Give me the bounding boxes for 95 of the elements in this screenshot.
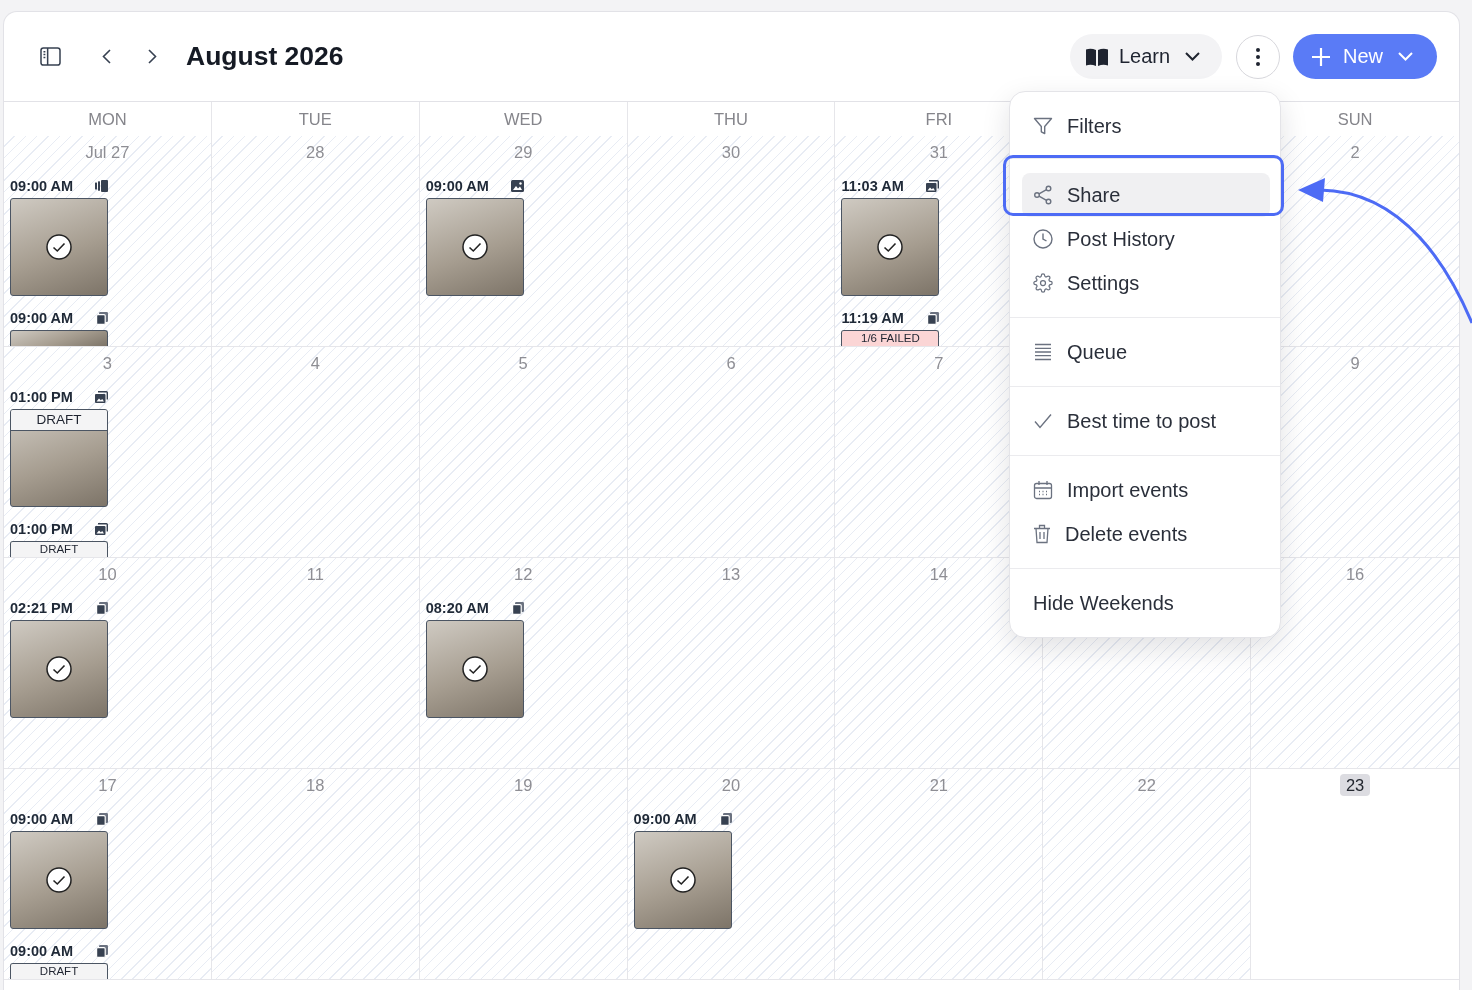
copy-icon bbox=[719, 812, 732, 826]
images-icon bbox=[926, 180, 940, 192]
date-number: 9 bbox=[1349, 353, 1361, 374]
post-time: 01:00 PM bbox=[10, 521, 73, 537]
calendar-icon bbox=[1033, 480, 1053, 500]
date-number: 2 bbox=[1349, 142, 1361, 163]
post-time: 09:00 AM bbox=[633, 811, 697, 827]
date-number: 4 bbox=[309, 353, 321, 374]
post-time: 11:03 AM bbox=[841, 178, 904, 194]
image-icon bbox=[510, 180, 524, 192]
new-button[interactable]: New bbox=[1293, 34, 1437, 79]
book-icon bbox=[1086, 47, 1108, 66]
filter-icon bbox=[1033, 116, 1053, 136]
date-number: 23 bbox=[1339, 774, 1371, 796]
copy-icon bbox=[96, 601, 108, 615]
menu-item[interactable]: Queue bbox=[1022, 330, 1270, 374]
copy-icon bbox=[96, 944, 108, 958]
date-number: 20 bbox=[720, 775, 742, 796]
date-number: 19 bbox=[512, 775, 534, 796]
chevron-down-icon bbox=[1185, 52, 1201, 61]
date-number: 10 bbox=[97, 564, 118, 585]
menu-item[interactable]: Delete events bbox=[1022, 512, 1270, 556]
kebab-menu-icon bbox=[1256, 47, 1260, 66]
date-number: 30 bbox=[720, 142, 742, 163]
post-time: 11:19 AM bbox=[841, 310, 904, 326]
post-thumbnail[interactable]: DRAFT bbox=[10, 409, 108, 507]
weekday-label: THU bbox=[714, 109, 748, 129]
weekday-label: WED bbox=[503, 109, 543, 129]
post-thumbnail[interactable] bbox=[633, 831, 732, 929]
menu-item[interactable]: Settings bbox=[1022, 261, 1270, 305]
clock-icon bbox=[1033, 229, 1053, 249]
date-number: 31 bbox=[928, 142, 950, 163]
post-time: 08:20 AM bbox=[425, 600, 489, 616]
post-time: 01:00 PM bbox=[10, 389, 73, 405]
date-number: 28 bbox=[305, 142, 326, 163]
images-icon bbox=[95, 391, 108, 403]
plus-icon bbox=[1312, 47, 1330, 66]
date-number: 13 bbox=[720, 564, 742, 585]
post-thumbnail[interactable]: DRAFT bbox=[10, 963, 108, 979]
post-time: 09:00 AM bbox=[10, 178, 74, 194]
copy-icon bbox=[96, 311, 108, 325]
date-number: 5 bbox=[517, 353, 529, 374]
share-icon bbox=[1033, 185, 1053, 205]
post-time: 09:00 AM bbox=[10, 943, 74, 959]
date-number: 7 bbox=[933, 353, 945, 374]
date-number: 14 bbox=[928, 564, 950, 585]
learn-button[interactable]: Learn bbox=[1070, 34, 1222, 79]
post-thumbnail[interactable] bbox=[10, 620, 108, 718]
post-thumbnail[interactable] bbox=[425, 620, 524, 718]
post-time: 09:00 AM bbox=[10, 811, 74, 827]
check-icon bbox=[1033, 413, 1053, 429]
settings-icon bbox=[1033, 273, 1053, 293]
date-number: 22 bbox=[1136, 775, 1157, 796]
date-number: 6 bbox=[725, 353, 737, 374]
post-time: 02:21 PM bbox=[10, 600, 73, 616]
menu-item[interactable]: Filters bbox=[1022, 104, 1270, 148]
date-number: 11 bbox=[305, 564, 325, 585]
weekday-label: FRI bbox=[925, 109, 953, 129]
chevron-left-icon bbox=[101, 49, 111, 64]
weekday-label: TUE bbox=[298, 109, 332, 129]
post-thumbnail[interactable] bbox=[841, 198, 940, 296]
date-number: 21 bbox=[928, 775, 950, 796]
stacked-squares-icon bbox=[95, 180, 108, 192]
weekday-label: MON bbox=[88, 109, 127, 129]
date-number: Jul 27 bbox=[84, 142, 131, 163]
date-number: 3 bbox=[101, 353, 113, 374]
menu-item[interactable]: Post History bbox=[1022, 217, 1270, 261]
date-number: 16 bbox=[1344, 564, 1366, 585]
list-icon bbox=[1033, 343, 1053, 361]
chevron-right-icon bbox=[147, 49, 157, 64]
menu-item[interactable]: Share bbox=[1022, 173, 1270, 217]
trash-icon bbox=[1033, 524, 1051, 544]
post-thumbnail[interactable] bbox=[10, 198, 108, 296]
copy-icon bbox=[96, 812, 108, 826]
date-number: 18 bbox=[305, 775, 326, 796]
post-thumbnail[interactable]: DRAFT bbox=[10, 541, 108, 557]
menu-item[interactable]: Import events bbox=[1022, 468, 1270, 512]
post-thumbnail[interactable]: 1/6 FAILED bbox=[841, 330, 940, 346]
menu-item[interactable]: Best time to post bbox=[1022, 399, 1270, 443]
chevron-down-icon bbox=[1398, 52, 1413, 61]
menu-item[interactable]: Hide Weekends bbox=[1022, 581, 1270, 625]
copy-icon bbox=[927, 311, 940, 325]
date-number: 17 bbox=[97, 775, 118, 796]
copy-icon bbox=[511, 601, 524, 615]
sidebar-panel-icon bbox=[39, 47, 61, 66]
month-title: August 2026 bbox=[186, 41, 344, 72]
weekday-label: SUN bbox=[1337, 109, 1373, 129]
post-thumbnail[interactable] bbox=[425, 198, 524, 296]
post-thumbnail[interactable] bbox=[10, 330, 108, 346]
post-thumbnail[interactable] bbox=[10, 831, 108, 929]
date-number: 12 bbox=[512, 564, 534, 585]
post-time: 09:00 AM bbox=[425, 178, 489, 194]
images-icon bbox=[95, 523, 108, 535]
post-time: 09:00 AM bbox=[10, 310, 74, 326]
date-number: 29 bbox=[512, 142, 534, 163]
